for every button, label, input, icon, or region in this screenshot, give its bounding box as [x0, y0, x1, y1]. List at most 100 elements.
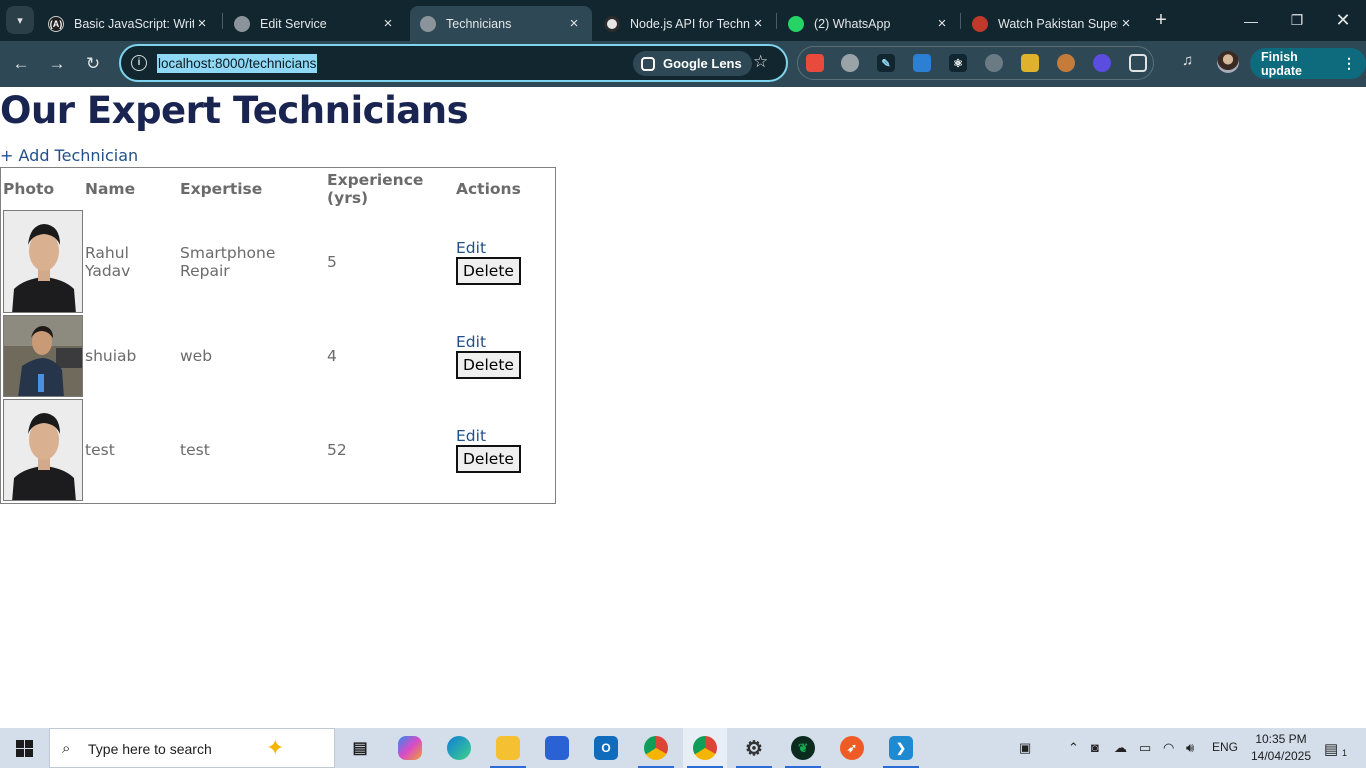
- technician-expertise: web: [180, 347, 213, 365]
- edit-link[interactable]: Edit: [456, 427, 486, 445]
- minimize-button[interactable]: —: [1228, 0, 1274, 41]
- url-text[interactable]: localhost:8000/technicians: [157, 54, 318, 73]
- fontforge-icon[interactable]: [913, 54, 931, 72]
- tab-divider: [776, 13, 777, 29]
- site-info-icon[interactable]: i: [131, 55, 147, 71]
- postman-button[interactable]: ➶: [830, 728, 874, 768]
- back-button[interactable]: ←: [8, 51, 34, 77]
- react-devtools-icon[interactable]: ⚛: [949, 54, 967, 72]
- delete-button[interactable]: Delete: [456, 351, 521, 379]
- tab-nodejs-api[interactable]: Node.js API for Techn ×: [594, 6, 776, 41]
- gear-extension-icon[interactable]: [1093, 54, 1111, 72]
- restore-button[interactable]: ❐: [1274, 0, 1320, 41]
- volume-icon[interactable]: 🔊︎: [1186, 740, 1194, 756]
- close-icon[interactable]: ×: [194, 15, 210, 32]
- lens-icon: [641, 56, 655, 71]
- battery-icon[interactable]: ▭: [1139, 740, 1151, 756]
- language-indicator[interactable]: ENG: [1212, 740, 1238, 754]
- close-icon[interactable]: ×: [566, 15, 582, 32]
- finish-update-button[interactable]: Finish update ⋮: [1250, 48, 1366, 79]
- tab-title: Node.js API for Techn: [630, 16, 750, 31]
- technician-photo: [3, 315, 83, 397]
- technician-name: shuiab: [85, 347, 137, 365]
- search-icon: ⌕: [62, 740, 71, 757]
- technician-name: Rahul Yadav: [85, 243, 131, 280]
- meet-icon[interactable]: ◙: [1091, 740, 1099, 755]
- chrome-profile-button[interactable]: [634, 728, 678, 768]
- tab-basic-javascript[interactable]: (A) Basic JavaScript: Write ×: [38, 6, 220, 41]
- edit-link[interactable]: Edit: [456, 333, 486, 351]
- folder-icon[interactable]: [1021, 54, 1039, 72]
- tab-search-button[interactable]: ▾: [6, 6, 34, 34]
- technicians-table: Photo Name Expertise Experience (yrs) Ac…: [0, 167, 556, 504]
- windows-icon: [15, 739, 33, 757]
- extension-red-icon[interactable]: [806, 54, 824, 72]
- tab-technicians[interactable]: Technicians ×: [410, 6, 592, 41]
- address-bar[interactable]: i localhost:8000/technicians Google Lens…: [119, 44, 788, 82]
- actions-cell: EditDelete: [456, 399, 553, 501]
- actions-cell: EditDelete: [456, 315, 553, 397]
- tab-strip: ▾ (A) Basic JavaScript: Write × Edit Ser…: [0, 0, 1366, 41]
- edit-link[interactable]: Edit: [456, 239, 486, 257]
- sparkle-icon: ✦: [266, 735, 285, 760]
- tab-watch-pakistan[interactable]: Watch Pakistan Super ×: [962, 6, 1144, 41]
- close-icon[interactable]: ×: [1118, 15, 1134, 32]
- close-icon[interactable]: ×: [750, 15, 766, 32]
- close-icon[interactable]: ×: [380, 15, 396, 32]
- photo-cell: [3, 399, 83, 501]
- copilot-button[interactable]: [388, 728, 432, 768]
- notification-icon[interactable]: ▤: [1324, 740, 1338, 758]
- clock[interactable]: 10:35 PM 14/04/2025: [1242, 731, 1320, 765]
- reload-button[interactable]: ↻: [80, 51, 106, 77]
- outlook-icon: O: [594, 736, 618, 760]
- settings-button[interactable]: ⚙: [732, 728, 776, 768]
- color-picker-icon[interactable]: ✎: [877, 54, 895, 72]
- header-experience: Experience (yrs): [327, 171, 424, 207]
- cookie-icon[interactable]: [1057, 54, 1075, 72]
- mongodb-leaf-icon: ❦: [791, 736, 815, 760]
- chevron-up-icon[interactable]: ⌃: [1068, 740, 1079, 756]
- tab-edit-service[interactable]: Edit Service ×: [224, 6, 406, 41]
- forward-button[interactable]: →: [44, 51, 70, 77]
- mongodb-compass-button[interactable]: ❦: [781, 728, 825, 768]
- close-icon[interactable]: ×: [934, 15, 950, 32]
- puzzle-icon[interactable]: [1129, 54, 1147, 72]
- delete-button[interactable]: Delete: [456, 256, 521, 285]
- start-button[interactable]: [0, 728, 48, 768]
- technician-experience: 4: [327, 347, 337, 365]
- onedrive-icon[interactable]: ☁: [1114, 740, 1127, 756]
- technician-photo: [3, 399, 83, 501]
- close-window-button[interactable]: ✕: [1320, 0, 1366, 41]
- tab-whatsapp[interactable]: (2) WhatsApp ×: [778, 6, 960, 41]
- page-title: Our Expert Technicians: [0, 89, 469, 132]
- task-view-button[interactable]: ▤: [338, 728, 382, 768]
- outlook-button[interactable]: O: [584, 728, 628, 768]
- add-technician-link[interactable]: + Add Technician: [0, 146, 138, 165]
- delete-button[interactable]: Delete: [456, 445, 521, 473]
- vscode-icon: ❯: [889, 736, 913, 760]
- wifi-icon[interactable]: ◠: [1163, 740, 1174, 756]
- target-icon[interactable]: [985, 54, 1003, 72]
- table-row: test test 52 EditDelete: [3, 399, 553, 501]
- profile-avatar[interactable]: [1217, 51, 1239, 73]
- google-lens-button[interactable]: Google Lens: [633, 51, 752, 76]
- news-icon[interactable]: ▣: [1019, 740, 1031, 756]
- media-control-icon[interactable]: ♫: [1182, 52, 1193, 69]
- microsoft-store-button[interactable]: [535, 728, 579, 768]
- edge-button[interactable]: [437, 728, 481, 768]
- tab-title: Watch Pakistan Super: [998, 16, 1118, 31]
- lens-label: Google Lens: [663, 56, 742, 71]
- bookmark-star-icon[interactable]: ☆: [753, 52, 768, 72]
- new-tab-button[interactable]: +: [1150, 8, 1172, 32]
- chrome-button[interactable]: [683, 728, 727, 768]
- page-content: Our Expert Technicians + Add Technician …: [0, 87, 1366, 728]
- gear-icon: ⚙: [745, 737, 763, 760]
- copilot-icon: [398, 736, 422, 760]
- notification-count: 1: [1342, 748, 1348, 758]
- header-name: Name: [85, 180, 136, 198]
- taskbar-search[interactable]: ⌕ Type here to search ✦: [49, 728, 335, 768]
- camera-icon[interactable]: [841, 54, 859, 72]
- vscode-button[interactable]: ❯: [879, 728, 923, 768]
- task-view-icon: ▤: [352, 740, 368, 757]
- file-explorer-button[interactable]: [486, 728, 530, 768]
